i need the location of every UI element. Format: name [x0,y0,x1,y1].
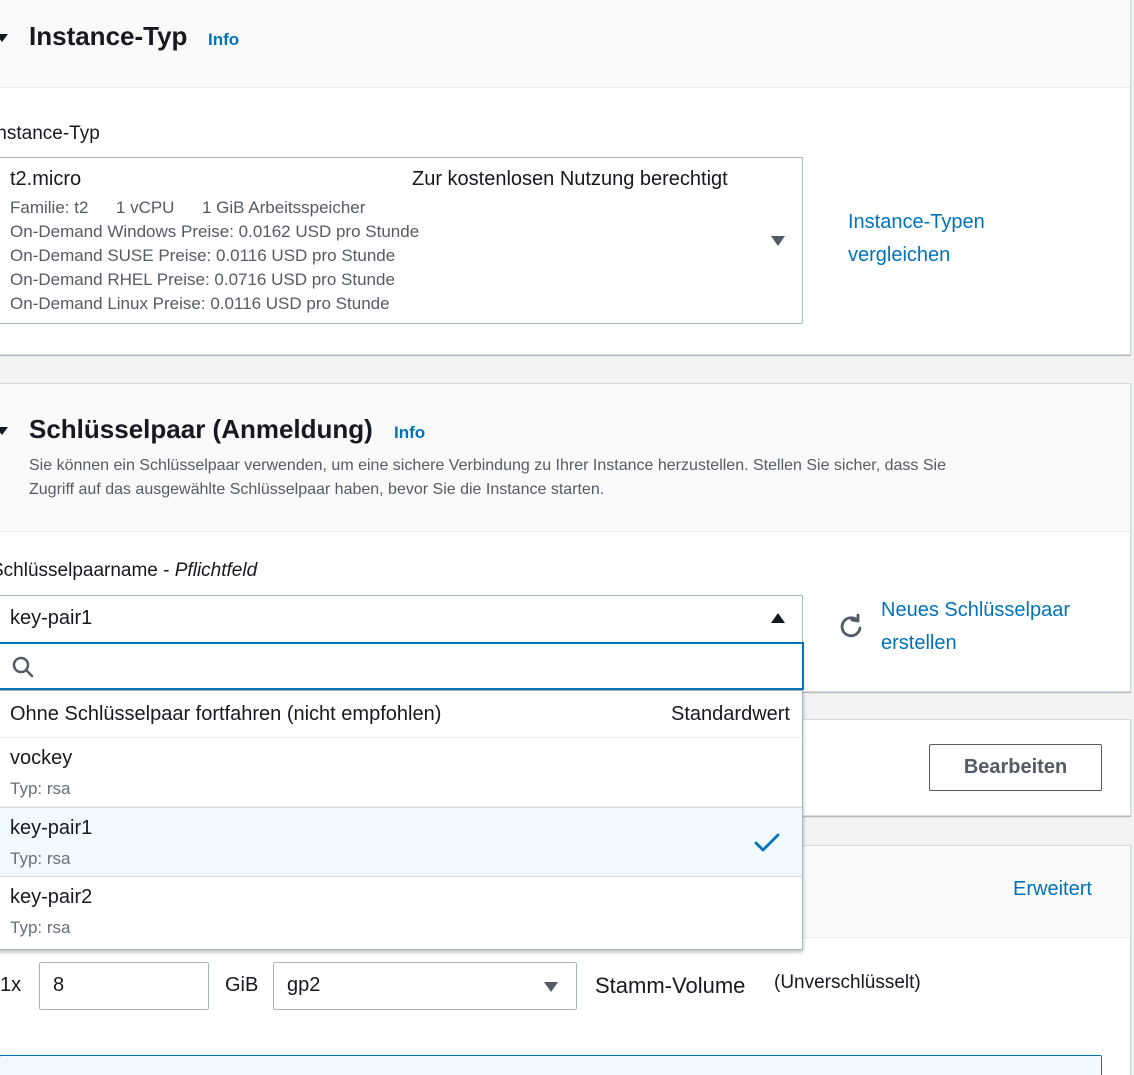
free-tier-badge: Zur kostenlosen Nutzung berechtigt [412,168,728,190]
instance-type-select[interactable]: t2.micro Zur kostenlosen Nutzung berecht… [0,157,803,324]
volume-type-value: gp2 [287,974,321,996]
volume-unit: GiB [225,974,259,996]
advanced-link[interactable]: Erweitert [1013,873,1092,906]
key-pair-search-input[interactable] [43,650,783,682]
description-line2: Zugriff auf das ausgewählte Schlüsselpaa… [29,481,605,498]
expand-caret-icon[interactable] [0,427,8,435]
volume-size-input[interactable]: 8 [39,962,209,1010]
key-pair-label-text: Schlüsselpaarname - [0,560,175,581]
compare-link-line2[interactable]: vergleichen [848,239,985,272]
create-link-line2[interactable]: erstellen [881,627,1070,660]
instance-type-name: t2.micro [10,168,82,190]
option-name: vockey [10,747,73,769]
key-pair-title: Schlüsselpaar (Anmeldung) [29,414,373,444]
instance-type-field-label: Instance-Typ [0,123,100,144]
storage-info-box [0,1055,1102,1075]
instance-type-title: Instance-Typ [29,21,188,51]
option-type: Typ: rsa [10,918,71,937]
description-line1: Sie können ein Schlüsselpaar verwenden, … [29,457,946,474]
dropdown-option-vockey[interactable]: vockey Typ: rsa [0,738,802,807]
required-marker: Pflichtfeld [174,560,258,581]
create-link-line1[interactable]: Neues Schlüsselpaar [881,594,1070,627]
option-name: Ohne Schlüsselpaar fortfahren (nicht emp… [10,703,442,725]
select-caret-down-icon [544,982,558,992]
instance-memory: 1 GiB Arbeitsspeicher [201,198,366,217]
volume-size-value: 8 [53,974,65,996]
dropdown-option-no-key-pair[interactable]: Ohne Schlüsselpaar fortfahren (nicht emp… [0,691,802,738]
key-pair-selected-value: key-pair1 [10,607,93,629]
instance-type-panel: Instance-Typ Info Instance-Typ t2.micro … [0,0,1131,355]
select-caret-down-icon [771,236,785,246]
key-pair-dropdown: Ohne Schlüsselpaar fortfahren (nicht emp… [0,690,803,950]
key-pair-info-link[interactable]: Info [394,423,425,443]
search-icon [12,656,34,678]
key-pair-select[interactable]: key-pair1 [0,595,803,643]
compare-instance-types-link[interactable]: Instance-Typen vergleichen [848,206,985,272]
key-pair-search-box[interactable] [0,642,804,690]
option-type: Typ: rsa [10,849,71,868]
price-linux: On-Demand Linux Preise: 0.0116 USD pro S… [10,294,390,313]
default-tag: Standardwert [671,703,790,725]
refresh-icon[interactable] [837,613,865,641]
dropdown-option-key-pair2[interactable]: key-pair2 Typ: rsa [0,877,802,949]
instance-type-header[interactable]: Instance-Typ Info [0,0,1130,88]
checkmark-icon [754,833,780,852]
key-pair-field-label: Schlüsselpaarname - Pflichtfeld [0,560,257,582]
instance-family: Familie: t2 [10,198,89,217]
encryption-note: (Unverschlüsselt) [774,972,921,993]
instance-type-info-link[interactable]: Info [208,30,239,50]
key-pair-panel: Schlüsselpaar (Anmeldung) Info Sie könne… [0,383,1131,692]
option-name: key-pair1 [10,817,93,839]
root-volume-label: Stamm-Volume [595,973,746,998]
volume-type-select[interactable]: gp2 [273,962,577,1010]
volume-count: 1x [0,974,22,996]
price-windows: On-Demand Windows Preise: 0.0162 USD pro… [10,222,420,241]
dropdown-option-key-pair1[interactable]: key-pair1 Typ: rsa [0,807,802,877]
key-pair-description: Sie können ein Schlüsselpaar verwenden, … [29,454,946,502]
key-pair-header[interactable]: Schlüsselpaar (Anmeldung) Info Sie könne… [0,384,1130,532]
instance-vcpu: 1 vCPU [115,198,175,217]
price-suse: On-Demand SUSE Preise: 0.0116 USD pro St… [10,246,396,265]
compare-link-line1[interactable]: Instance-Typen [848,206,985,239]
option-type: Typ: rsa [10,779,71,798]
edit-button[interactable]: Bearbeiten [929,744,1102,791]
option-name: key-pair2 [10,886,93,908]
expand-caret-icon[interactable] [0,34,8,42]
select-caret-up-icon [771,613,785,623]
create-key-pair-link[interactable]: Neues Schlüsselpaar erstellen [881,594,1070,660]
instance-specs: Familie: t2 1 vCPU 1 GiB Arbeitsspeicher [10,196,419,220]
price-rhel: On-Demand RHEL Preise: 0.0716 USD pro St… [10,270,395,289]
